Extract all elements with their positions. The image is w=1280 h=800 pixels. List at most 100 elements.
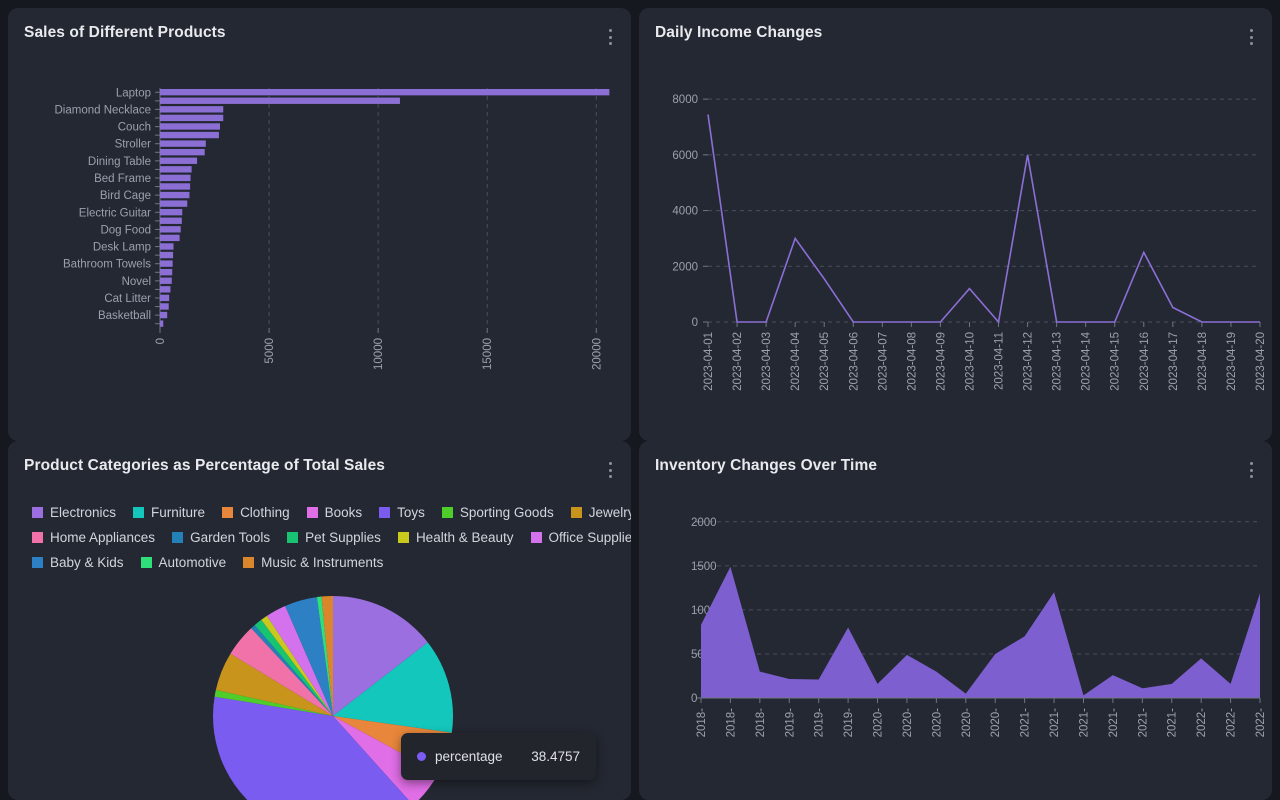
kebab-dot	[608, 462, 612, 465]
bar-rect[interactable]	[160, 97, 400, 104]
bar-category-label: Couch	[118, 122, 151, 134]
kebab-menu-icon[interactable]	[603, 27, 617, 47]
bar-category-label: Bed Frame	[94, 173, 151, 185]
legend-item[interactable]: Toys	[379, 505, 425, 520]
bar-rect[interactable]	[160, 294, 170, 302]
x-tick-label: 2023-04-03	[761, 332, 773, 391]
legend-item[interactable]: Baby & Kids	[32, 555, 124, 570]
bar-rect[interactable]	[160, 217, 182, 224]
x-tick-label: 2021-	[1167, 708, 1179, 738]
legend-item[interactable]: Health & Beauty	[397, 530, 514, 545]
legend-swatch-icon	[530, 532, 542, 543]
legend-item[interactable]: Office Supplie	[530, 530, 632, 545]
sales-bar-chart: 0 5000 10000 15000 20000 Laptop Diamond Neckla…	[54, 87, 610, 370]
x-tick-label: 5000	[264, 338, 276, 364]
bar-rect[interactable]	[160, 320, 164, 327]
bar-rect[interactable]	[160, 277, 172, 284]
legend-label: Sporting Goods	[459, 505, 554, 520]
kebab-menu-icon[interactable]	[1244, 460, 1258, 480]
legend-item[interactable]: Jewelry	[570, 505, 631, 520]
bar-rect[interactable]	[160, 114, 224, 122]
legend-label: Home Appliances	[50, 530, 156, 545]
bar-rect[interactable]	[160, 260, 173, 267]
page-title-sales: Sales of Different Products	[24, 24, 226, 41]
bar-rect[interactable]	[160, 209, 183, 216]
bar-rect[interactable]	[160, 89, 610, 96]
legend-item[interactable]: Pet Supplies	[287, 530, 381, 545]
legend-item[interactable]: Furniture	[133, 505, 205, 520]
x-tick-label: 2022-	[1226, 708, 1238, 738]
bar-rect[interactable]	[160, 149, 205, 156]
x-tick-label: 2018-	[696, 708, 708, 738]
bar-rect[interactable]	[160, 140, 206, 147]
bar-rect[interactable]	[160, 166, 192, 173]
legend-item[interactable]: Books	[306, 505, 362, 520]
bar-rect[interactable]	[160, 183, 191, 190]
bar-category-label: Stroller	[115, 139, 152, 151]
legend-swatch-icon	[306, 507, 318, 518]
kebab-dot	[1249, 42, 1253, 45]
kebab-menu-icon[interactable]	[603, 460, 617, 480]
legend-swatch-icon	[397, 532, 409, 543]
bar-category-label: Basketball	[98, 310, 151, 322]
x-tick-label: 2023-04-17	[1168, 332, 1180, 391]
x-tick-label: 2023-04-12	[1023, 332, 1035, 391]
legend-label: Music & Instruments	[261, 555, 384, 570]
legend-item[interactable]: Home Appliances	[32, 530, 155, 545]
x-tick-label: 2020-	[931, 708, 943, 738]
legend-swatch-icon	[32, 557, 43, 568]
legend-item[interactable]: Electronics	[32, 505, 116, 520]
bar-rect[interactable]	[160, 286, 171, 293]
y-tick-label: 0	[692, 317, 698, 329]
x-tick-label: 2023-04-19	[1226, 332, 1238, 391]
legend-item[interactable]: Clothing	[222, 505, 290, 520]
legend-swatch-icon	[243, 557, 255, 568]
legend-label: Baby & Kids	[50, 555, 124, 570]
pie-legend: Electronics Furniture Clothing Books Toys Spo…	[32, 505, 631, 570]
inventory-card: Inventory Changes Over Time 0 500 1000 1500…	[639, 441, 1272, 800]
legend-item[interactable]: Music & Instruments	[243, 555, 383, 570]
bar-rect[interactable]	[160, 234, 180, 242]
bar-rect[interactable]	[160, 311, 168, 319]
legend-label: Garden Tools	[190, 530, 271, 545]
legend-item[interactable]: Sporting Goods	[441, 505, 554, 520]
x-tick-label: 2020-	[902, 708, 914, 738]
x-tick-label: 2022-	[1196, 708, 1208, 738]
income-line-chart: 0 2000 4000 6000 8000 2023-04-01 2023-04-02 202…	[672, 94, 1267, 391]
bar-rect[interactable]	[160, 174, 191, 182]
legend-swatch-icon	[32, 532, 43, 543]
x-tick-label: 2023-04-16	[1139, 332, 1151, 391]
bar-rect[interactable]	[160, 251, 174, 259]
bar-rect[interactable]	[160, 200, 188, 207]
kebab-dot	[608, 35, 612, 39]
bar-rect[interactable]	[160, 191, 190, 199]
legend-label: Electronics	[50, 505, 117, 520]
income-card: Daily Income Changes 0 2000 4000 6000 8000 20…	[639, 8, 1272, 441]
bar-rect[interactable]	[160, 226, 181, 233]
bar-rect[interactable]	[160, 269, 173, 276]
legend-label: Clothing	[240, 505, 290, 520]
bar-rect[interactable]	[160, 157, 198, 164]
bar-rect[interactable]	[160, 106, 224, 113]
x-tick-label: 2023-04-02	[732, 332, 744, 391]
y-tick-label: 8000	[672, 94, 698, 106]
bar-category-label: Dining Table	[88, 156, 151, 168]
x-tick-label: 2023-04-13	[1052, 332, 1064, 391]
legend-item[interactable]: Automotive	[140, 555, 226, 570]
x-tick-label: 2023-04-05	[819, 332, 831, 391]
bar-rect[interactable]	[160, 303, 169, 310]
bar-rect[interactable]	[160, 131, 219, 139]
y-tick-label: 1500	[691, 561, 717, 573]
kebab-dot	[608, 475, 612, 478]
kebab-dot	[1249, 475, 1253, 478]
y-tick-label: 4000	[672, 206, 698, 218]
dashboard-root: Sales of Different Products 0 5000 10000 15…	[0, 0, 1280, 800]
legend-label: Office Supplie	[548, 530, 632, 545]
x-tick-label: 2018-	[755, 708, 767, 738]
x-tick-label: 2023-04-04	[790, 331, 802, 390]
bar-rect[interactable]	[160, 243, 174, 250]
bar-rect[interactable]	[160, 123, 220, 130]
legend-label: Toys	[397, 505, 425, 520]
legend-item[interactable]: Garden Tools	[172, 530, 270, 545]
kebab-menu-icon[interactable]	[1244, 27, 1258, 47]
